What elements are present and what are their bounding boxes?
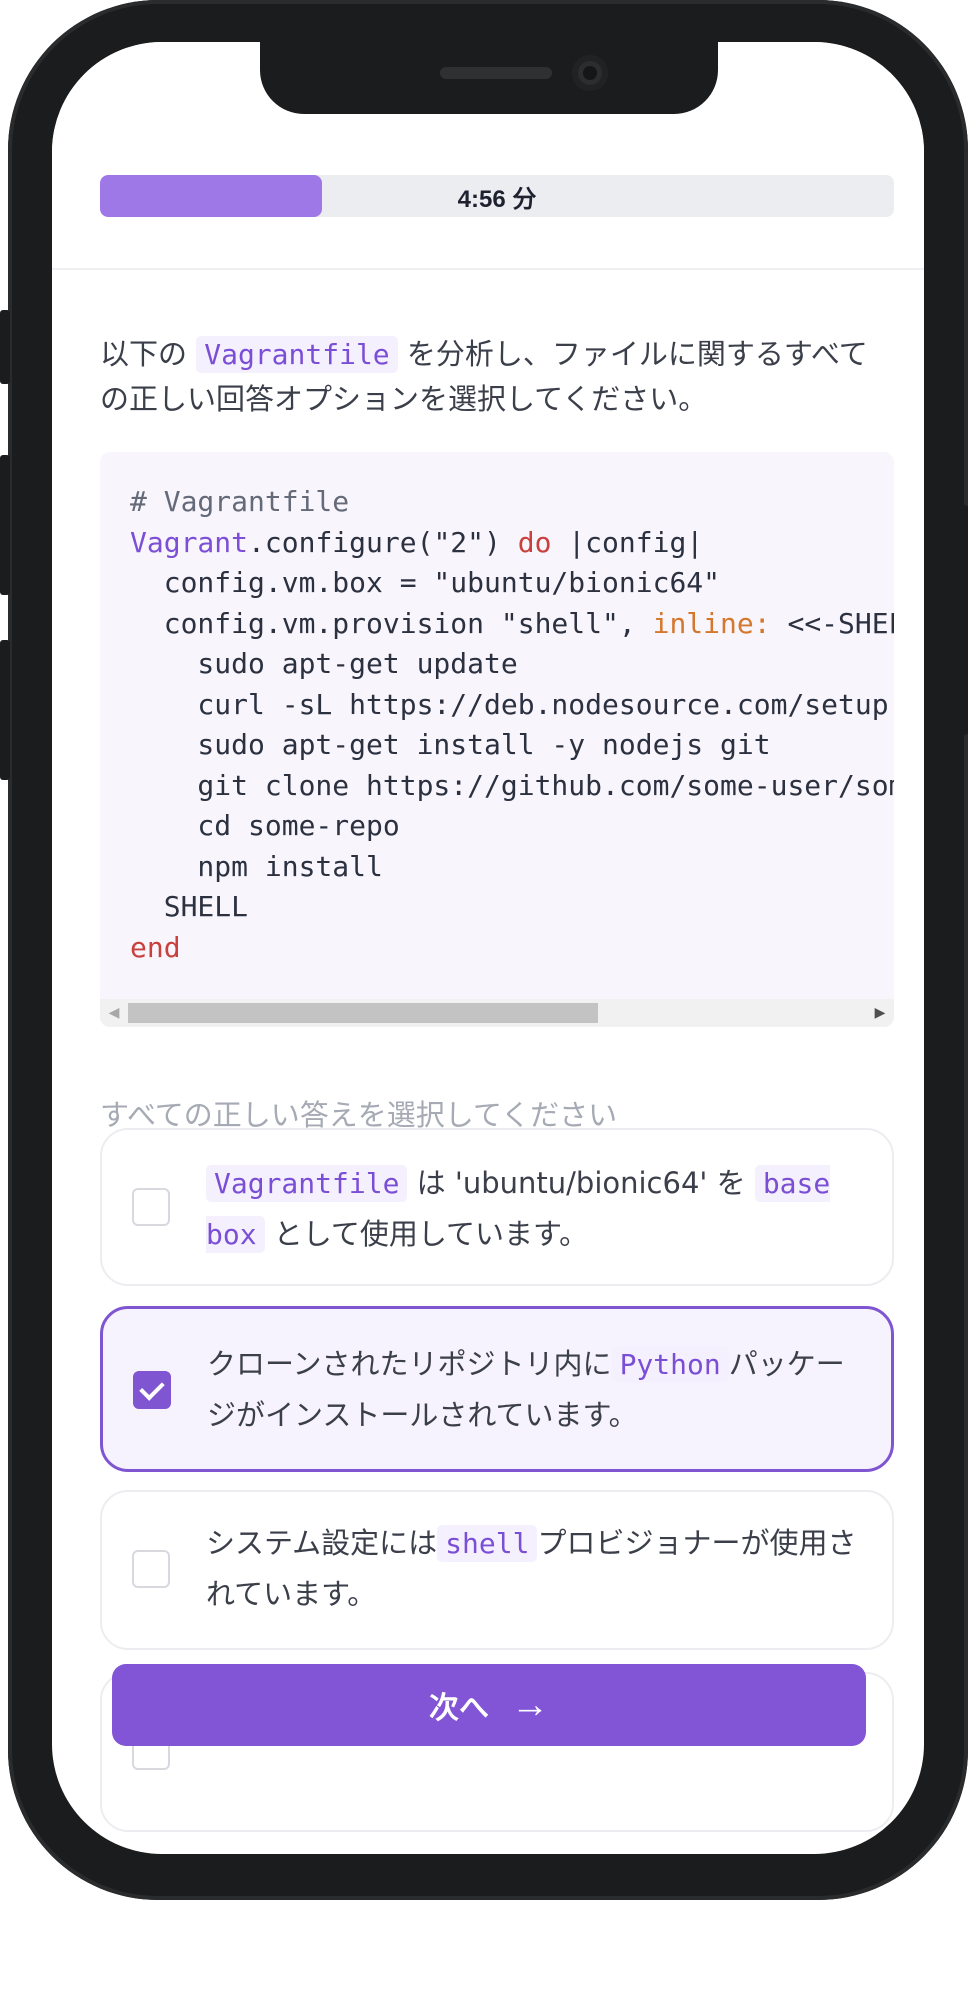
code-line: # Vagrantfile — [130, 482, 894, 523]
phone-frame: 4:56 分 以下の Vagrantfile を分析し、ファイルに関するすべての… — [0, 0, 968, 1900]
option-text: Vagrantfile は 'ubuntu/bionic64' を base b… — [206, 1158, 866, 1260]
code-token: config.vm.provision "shell", — [130, 606, 653, 640]
timer-progress-bar: 4:56 分 — [100, 175, 894, 217]
option-text: クローンされたリポジトリ内に Python パッケージがインストールされています。 — [207, 1339, 867, 1440]
option-text-segment: として使用しています。 — [264, 1217, 589, 1251]
code-token: sudo apt-get update — [130, 647, 518, 680]
code-line: Vagrant.configure("2") do |config| — [130, 523, 894, 564]
code-line: sudo apt-get update — [130, 644, 894, 685]
phone-side-button — [0, 310, 10, 384]
code-token: sudo apt-get install -y nodejs git — [130, 728, 771, 761]
code-token: end — [130, 930, 181, 964]
option-code-term: Python — [611, 1346, 729, 1383]
answer-option[interactable]: クローンされたリポジトリ内に Python パッケージがインストールされています。 — [100, 1306, 894, 1472]
code-block[interactable]: # Vagrantfile Vagrant.configure("2") do |… — [100, 452, 894, 1027]
phone-side-button — [958, 505, 968, 735]
horizontal-scrollbar[interactable]: ◀ ▶ — [100, 999, 894, 1027]
option-checkbox[interactable] — [132, 1188, 170, 1226]
code-token: SHELL — [130, 890, 249, 923]
code-token: .configure("2") — [248, 525, 518, 559]
code-token: Vagrant — [130, 525, 249, 559]
option-text: システム設定には shell プロビジョナーが使用されています。 — [206, 1518, 866, 1619]
phone-side-button — [0, 640, 10, 780]
code-line: end — [130, 928, 894, 969]
code-token: |config| — [551, 525, 704, 559]
next-button-label: 次へ — [429, 1692, 489, 1725]
option-code-term: Vagrantfile — [206, 1165, 408, 1202]
timer-label: 4:56 分 — [457, 185, 537, 213]
question-before: 以下の — [100, 337, 188, 371]
code-token: config.vm.box = "ubuntu/bionic64" — [130, 566, 721, 599]
arrow-right-icon: → — [511, 1683, 549, 1726]
code-token: do — [517, 525, 552, 559]
scroll-left-icon[interactable]: ◀ — [104, 1003, 124, 1023]
answer-option[interactable]: システム設定には shell プロビジョナーが使用されています。 — [100, 1490, 894, 1650]
phone-notch — [260, 42, 718, 114]
code-line: sudo apt-get install -y nodejs git — [130, 725, 894, 766]
code-content: # Vagrantfile Vagrant.configure("2") do |… — [130, 482, 894, 968]
code-line: SHELL — [130, 887, 894, 928]
code-token: inline: — [652, 606, 771, 640]
code-token: # Vagrantfile — [130, 485, 350, 518]
code-line: config.vm.box = "ubuntu/bionic64" — [130, 563, 894, 604]
question-code-name: Vagrantfile — [196, 336, 398, 373]
code-line: git clone https://github.com/some-user/s… — [130, 766, 894, 807]
code-token: <<-SHELL — [787, 606, 894, 640]
scroll-right-icon[interactable]: ▶ — [870, 1003, 890, 1023]
code-line: npm install — [130, 847, 894, 888]
option-text-segment: システム設定には — [206, 1526, 438, 1560]
code-line: config.vm.provision "shell", inline: <<-… — [130, 604, 894, 645]
phone-side-button — [0, 455, 10, 595]
next-button[interactable]: 次へ → — [112, 1664, 866, 1746]
phone-screen: 4:56 分 以下の Vagrantfile を分析し、ファイルに関するすべての… — [52, 42, 924, 1854]
code-token: cd some-repo — [130, 809, 400, 842]
code-line: cd some-repo — [130, 806, 894, 847]
code-token: curl -sL https://deb.nodesource.com/setu… — [130, 687, 889, 721]
option-text-segment: は 'ubuntu/bionic64' を — [407, 1166, 755, 1200]
camera-icon — [572, 55, 608, 91]
code-token: git clone https://github.com/some-user/s… — [197, 768, 894, 802]
option-text-segment: クローンされたリポジトリ内に — [207, 1347, 612, 1381]
option-checkbox[interactable] — [133, 1371, 171, 1409]
scroll-thumb[interactable] — [128, 1003, 598, 1023]
option-checkbox[interactable] — [132, 1550, 170, 1588]
code-line: curl -sL https://deb.nodesource.com/setu… — [130, 685, 894, 726]
speaker-grille — [440, 67, 552, 79]
answer-option[interactable]: Vagrantfile は 'ubuntu/bionic64' を base b… — [100, 1128, 894, 1286]
option-code-term: shell — [437, 1525, 538, 1562]
code-token: npm install — [130, 849, 383, 883]
question-text: 以下の Vagrantfile を分析し、ファイルに関するすべての正しい回答オプ… — [100, 332, 894, 421]
